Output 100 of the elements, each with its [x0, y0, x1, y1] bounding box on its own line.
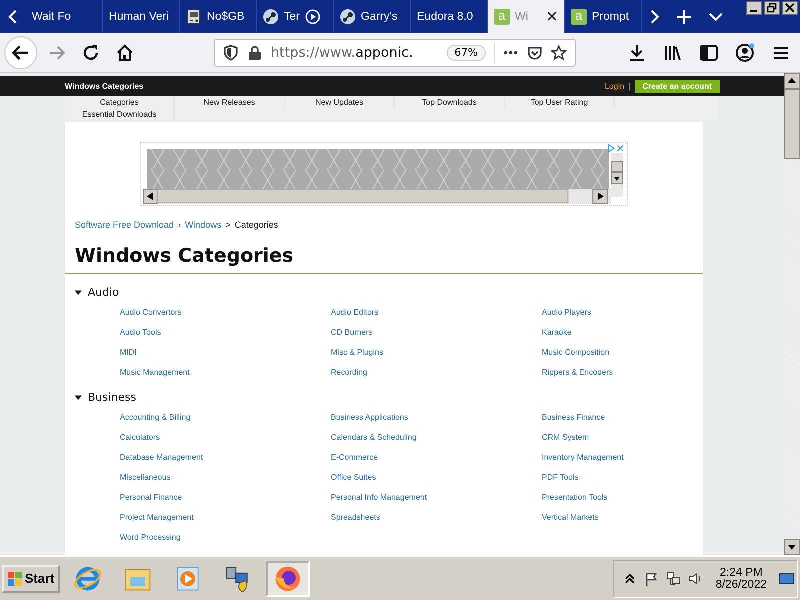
category-link[interactable]: CD Burners	[331, 327, 542, 339]
caret-icon	[75, 394, 82, 401]
category-link[interactable]: Word Processing	[120, 532, 331, 544]
network-icon[interactable]	[666, 570, 682, 586]
site-header-title: Windows Categories	[65, 82, 144, 90]
clock-date: 8/26/2022	[716, 578, 767, 590]
category-link[interactable]: Business Applications	[331, 412, 542, 424]
page-heading: Windows Categories	[65, 245, 703, 274]
vertical-scrollbar-icon	[611, 153, 623, 197]
category-link[interactable]: PDF Tools	[542, 472, 712, 484]
shield-icon[interactable]	[223, 44, 239, 60]
category-link[interactable]: CRM System	[542, 432, 712, 444]
letter-logo: a	[494, 8, 510, 24]
category-link[interactable]: Database Management	[120, 452, 331, 464]
tab-title: Wi	[515, 10, 528, 22]
category-link[interactable]: Audio Tools	[120, 327, 331, 339]
reload-icon[interactable]	[81, 42, 101, 62]
play-icon[interactable]	[304, 8, 321, 24]
breadcrumb-link[interactable]: Windows	[185, 220, 222, 230]
restore-icon[interactable]	[764, 1, 780, 15]
close-icon[interactable]	[782, 1, 798, 15]
lock-icon[interactable]	[247, 44, 263, 60]
category-link[interactable]: Accounting & Billing	[120, 412, 331, 424]
close-tab-button[interactable]: ×	[546, 6, 558, 26]
new-tab-icon[interactable]	[676, 8, 692, 24]
zoom-level-button[interactable]: 67%	[446, 44, 486, 60]
site-nav-tab[interactable]: Top Downloads	[395, 96, 505, 108]
category-link[interactable]: Office Suites	[331, 472, 542, 484]
category-link[interactable]: E-Commerce	[331, 452, 542, 464]
minimize-icon[interactable]	[746, 1, 762, 15]
back-icon[interactable]	[4, 36, 38, 70]
category-link[interactable]: Misc & Plugins	[331, 347, 542, 359]
category-link[interactable]: Project Management	[120, 512, 331, 524]
address-bar[interactable]: https://www.apponic. 67%	[214, 38, 576, 66]
scroll-left-icon[interactable]	[8, 8, 18, 24]
show-desktop-icon[interactable]	[779, 570, 795, 586]
browser-tab[interactable]: a Wi ×	[488, 0, 565, 33]
category-link[interactable]: MIDI	[120, 347, 331, 359]
tab-title: Ter	[284, 10, 300, 22]
category-link[interactable]: Spreadsheets	[331, 512, 542, 524]
category-link[interactable]: Personal Finance	[120, 492, 331, 504]
scroll-down-icon[interactable]	[784, 539, 800, 555]
scrollbar-thumb[interactable]	[784, 89, 800, 159]
caret-icon	[75, 289, 82, 296]
site-nav-tab[interactable]: New Releases	[175, 96, 285, 108]
category-link[interactable]: Audio Editors	[331, 307, 542, 319]
category-link[interactable]: Karaoke	[542, 327, 712, 339]
start-button[interactable]: Start	[2, 564, 60, 592]
category-link[interactable]: Vertical Markets	[542, 512, 712, 524]
section-toggle[interactable]: Audio	[65, 286, 703, 299]
breadcrumb-link[interactable]: Software Free Download	[75, 220, 174, 230]
site-nav-tab[interactable]: New Updates	[285, 96, 395, 108]
clock-time: 2:24 PM	[720, 566, 763, 578]
separator-text: |	[628, 82, 631, 90]
category-link[interactable]: Calculators	[120, 432, 331, 444]
account-icon[interactable]	[735, 42, 755, 62]
breadcrumb-text: Categories	[234, 220, 278, 230]
windows-flag-icon	[7, 570, 23, 586]
steam-icon	[263, 8, 279, 24]
sidebar-icon[interactable]	[699, 42, 719, 62]
tab-title: Garry's	[361, 10, 398, 22]
site-nav-tab[interactable]: Categories	[65, 96, 175, 108]
download-icon[interactable]	[627, 42, 647, 62]
taskbar-app-button[interactable]	[266, 560, 310, 596]
tab-title: Prompt	[592, 10, 630, 22]
category-link[interactable]: Personal Info Management	[331, 492, 542, 504]
site-nav-tab[interactable]: Essential Downloads	[65, 108, 175, 120]
section-title: Audio	[88, 286, 120, 299]
url-text: https://www.apponic.	[271, 44, 414, 60]
tab-title: No$GB	[207, 10, 245, 22]
category-link[interactable]: Audio Convertors	[120, 307, 331, 319]
letter-logo: a	[571, 8, 587, 24]
category-link[interactable]: Rippers & Encoders	[542, 367, 712, 379]
login-link[interactable]: Login	[604, 82, 625, 90]
category-link[interactable]: Audio Players	[542, 307, 712, 319]
scroll-right-icon[interactable]	[650, 8, 660, 24]
breadcrumb-text: >	[226, 220, 231, 230]
ad-choices-icon[interactable]	[607, 144, 625, 153]
site-nav-tab[interactable]: Top User Rating	[505, 96, 615, 108]
home-icon[interactable]	[115, 42, 135, 62]
category-link[interactable]: Inventory Management	[542, 452, 712, 464]
category-link[interactable]: Miscellaneous	[120, 472, 331, 484]
category-link[interactable]: Music Composition	[542, 347, 712, 359]
scroll-up-icon[interactable]	[784, 73, 800, 89]
category-link[interactable]: Calendars & Scheduling	[331, 432, 542, 444]
category-link[interactable]: Music Management	[120, 367, 331, 379]
system-clock[interactable]: 2:24 PM 8/26/2022	[710, 566, 773, 590]
steam-icon	[340, 8, 356, 24]
category-link[interactable]: Business Finance	[542, 412, 712, 424]
section-toggle[interactable]: Business	[65, 391, 703, 404]
flag-icon[interactable]	[644, 570, 660, 586]
tab-title: Human Veri	[109, 10, 170, 22]
tab-title: Eudora 8.0	[417, 10, 474, 22]
tab-title: Wait Fo	[32, 10, 72, 22]
star-icon[interactable]	[551, 44, 567, 60]
pocket-icon[interactable]	[527, 44, 543, 60]
category-link[interactable]: Recording	[331, 367, 542, 379]
handheld-console-icon	[186, 8, 202, 24]
category-link[interactable]: Presentation Tools	[542, 492, 712, 504]
page-scrollbar[interactable]	[784, 73, 800, 555]
